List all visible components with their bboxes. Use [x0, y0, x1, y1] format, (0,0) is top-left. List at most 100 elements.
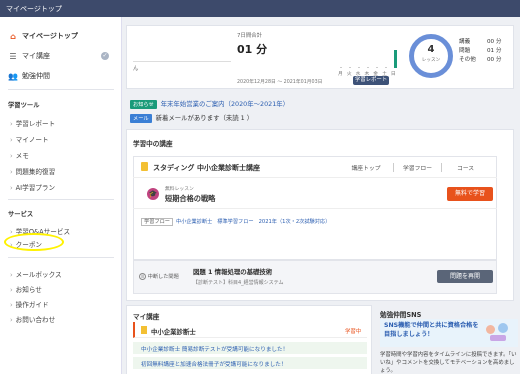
stat-row: 問題 01 分: [459, 48, 502, 54]
services-title: サービス: [8, 211, 34, 218]
chat-bubble-icon: [490, 335, 506, 341]
sns-headline: SNS機能で仲間と共に資格合格を目指しましょう！: [384, 322, 479, 338]
people-icon: 👥: [8, 71, 18, 81]
week-total-value: 01 分: [237, 43, 268, 56]
sns-illustration: [484, 321, 512, 343]
notice-link[interactable]: 年末年始営業のご案内（2020年～2021年）: [161, 100, 289, 108]
resume-question-button[interactable]: 問題を再開: [437, 270, 493, 283]
mail-tag: メール: [130, 114, 152, 123]
notice-row[interactable]: お知らせ 年末年始営業のご案内（2020年～2021年）: [130, 99, 289, 109]
my-course-news-row[interactable]: 中小企業診断士 簡易診断テストが受講可能になりました！: [133, 342, 367, 354]
breadcrumb-item[interactable]: 2021年（1次・2次試験対応）: [259, 219, 331, 225]
course-name: スタディング 中小企業診断士講座: [153, 164, 260, 172]
sidebar-item-mailbox[interactable]: › メールボックス: [10, 269, 62, 279]
chevron-right-icon: ›: [10, 286, 13, 294]
chevron-right-icon: ›: [10, 184, 13, 192]
weekly-bar-chart: [339, 40, 399, 68]
breadcrumb-item[interactable]: 標準学習フロー: [217, 219, 253, 225]
in-progress-title: 学習中の講座: [133, 140, 173, 148]
free-lesson-label: 無料レッスン: [165, 187, 194, 192]
check-icon: ✓: [101, 52, 109, 60]
graduation-cap-icon: 🎓: [147, 188, 159, 200]
sidebar-item-my-courses[interactable]: ☰ マイ講座: [8, 51, 50, 61]
bar-sat: [385, 67, 387, 68]
page-title: マイページトップ: [6, 5, 62, 13]
stats-list: 講義 00 分 問題 01 分 その他 00 分: [459, 38, 502, 65]
my-courses-title: マイ講座: [133, 313, 160, 321]
sidebar-divider: [8, 257, 114, 258]
my-course-name: 中小企業診断士: [151, 328, 196, 336]
avatar: [498, 323, 508, 333]
my-courses-card: マイ講座 中小企業診断士 学習中 中小企業診断士 簡易診断テストが受講可能になり…: [126, 305, 372, 374]
sidebar-item-review[interactable]: › 問題集的復習: [10, 166, 55, 176]
chevron-right-icon: ›: [10, 241, 13, 249]
course-links: 講座トップ 学習フロー コース: [339, 163, 489, 172]
lesson-count: 4: [427, 44, 435, 55]
chevron-right-icon: ›: [10, 316, 13, 324]
sidebar-divider: [8, 89, 114, 90]
mail-row[interactable]: メール 新着メールがあります（未読 1 ）: [130, 113, 253, 123]
breadcrumb-tag: 学習フロー: [141, 218, 173, 226]
question-subtitle: 【診断テスト】科目4_経営情報システム: [193, 280, 284, 286]
divider: [133, 177, 497, 178]
chevron-right-icon: ›: [10, 301, 13, 309]
my-course-news-row[interactable]: 初回無料講座と加速合格法冊子が受講可能になりました！: [133, 357, 367, 369]
bar-fri: [376, 67, 378, 68]
breadcrumb-item[interactable]: 中小企業診断士: [176, 219, 212, 225]
study-report-button[interactable]: 学習レポート: [353, 76, 389, 85]
breadcrumb: 学習フロー 中小企業診断士 標準学習フロー 2021年（1次・2次試験対応）: [141, 218, 331, 226]
sidebar-item-contact[interactable]: › お問い合わせ: [10, 314, 55, 324]
book-icon: [141, 326, 147, 334]
in-progress-card: 学習中の講座 スタディング 中小企業診断士講座 講座トップ 学習フロー コース 🎓 …: [126, 129, 514, 301]
bar-tue: [349, 67, 351, 68]
user-suffix: ん: [133, 66, 139, 72]
sidebar-item-mypage-top[interactable]: ⌂ マイページトップ: [8, 31, 78, 41]
date-range: 2020年12月28日 ～ 2021年01月03日: [237, 80, 323, 85]
course-link[interactable]: コース: [441, 163, 489, 172]
sidebar-item-ai-plan[interactable]: › AI学習プラン: [10, 182, 55, 192]
bar-sun: [394, 50, 397, 68]
divider: [133, 208, 497, 209]
lesson-title: 短期合格の戦略: [165, 194, 216, 203]
sidebar-item-memo[interactable]: › メモ: [10, 150, 29, 160]
sns-description: 学習時間や学習内容をタイムラインに投稿できます。「いいね」やコメントを交換してモ…: [380, 352, 517, 374]
stat-row: その他 00 分: [459, 57, 502, 63]
chevron-right-icon: ›: [10, 136, 13, 144]
bar-mon: [340, 67, 342, 68]
sidebar-item-study-report[interactable]: › 学習レポート: [10, 118, 55, 128]
chevron-right-icon: ›: [10, 152, 13, 160]
lesson-unit: レッスン: [421, 58, 441, 63]
home-icon: ⌂: [10, 31, 16, 41]
sidebar-divider: [8, 199, 114, 200]
book-icon: [141, 162, 148, 171]
mail-link[interactable]: 新着メールがあります（未読 1 ）: [156, 114, 254, 122]
stat-row: 講義 00 分: [459, 39, 502, 45]
sidebar-item-news[interactable]: › お知らせ: [10, 284, 42, 294]
bar-thu: [367, 67, 369, 68]
sidebar-item-coupon[interactable]: › クーポン: [10, 239, 42, 249]
chevron-right-icon: ›: [10, 168, 13, 176]
week-label: 7日間合計: [237, 33, 262, 39]
lesson-ring: [409, 34, 453, 78]
sidebar-item-study-friends[interactable]: 👥 勉強仲間: [8, 71, 50, 81]
notice-tag: お知らせ: [130, 100, 157, 109]
question-title: 図題 1 情報処理の基礎技術: [193, 268, 273, 276]
study-tools-title: 学習ツール: [8, 102, 40, 109]
main-content: ん 7日間合計 01 分 2020年12月28日 ～ 2021年01月03日 月…: [122, 17, 520, 374]
learning-flow-link[interactable]: 学習フロー: [393, 163, 441, 172]
sidebar-item-guide[interactable]: › 操作ガイド: [10, 299, 49, 309]
interrupted-label: II 中断した問題: [139, 273, 179, 280]
sidebar: ⌂ マイページトップ ☰ マイ講座 ✓ 👥 勉強仲間 学習ツール › 学習レポート…: [0, 17, 122, 374]
top-header: マイページトップ: [0, 0, 520, 17]
pause-icon: II: [139, 273, 146, 280]
summary-card: ん 7日間合計 01 分 2020年12月28日 ～ 2021年01月03日 月…: [126, 25, 514, 89]
sidebar-item-my-note[interactable]: › マイノート: [10, 134, 49, 144]
chevron-right-icon: ›: [10, 120, 13, 128]
course-top-link[interactable]: 講座トップ: [339, 163, 393, 172]
user-name: [133, 50, 231, 62]
chevron-right-icon: ›: [10, 271, 13, 279]
sns-title: 勉強仲間SNS: [380, 311, 422, 319]
free-study-button[interactable]: 無料で学習: [447, 187, 493, 201]
my-course-status: 学習中: [345, 329, 362, 335]
bar-wed: [358, 67, 360, 68]
